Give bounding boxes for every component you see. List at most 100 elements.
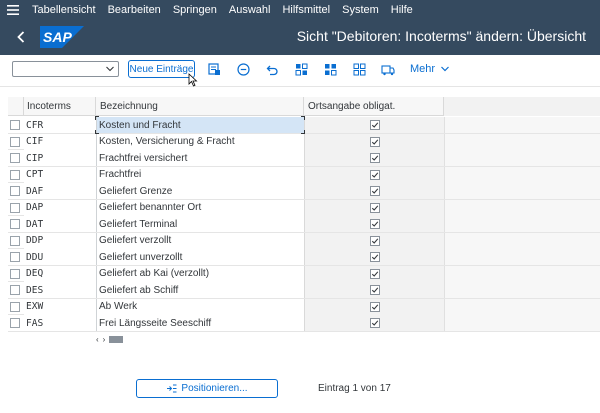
cell-empty <box>444 315 600 331</box>
ortsangabe-checkbox[interactable] <box>369 136 380 147</box>
select-all-column-header[interactable] <box>8 97 24 116</box>
sap-logo: SAP <box>40 26 84 48</box>
menu-bar: Tabellensicht Bearbeiten Springen Auswah… <box>0 0 600 19</box>
cell-bezeichnung-input[interactable]: Kosten, Versicherung & Fracht <box>96 133 304 150</box>
table-row[interactable]: DAT Geliefert Terminal <box>8 216 600 233</box>
menu-bearbeiten[interactable]: Bearbeiten <box>108 4 161 16</box>
row-select-checkbox[interactable] <box>10 268 20 279</box>
new-entries-button[interactable]: Neue Einträge <box>128 60 195 78</box>
cell-bezeichnung-input[interactable]: Geliefert ab Kai (verzollt) <box>96 265 304 282</box>
ortsangabe-checkbox[interactable] <box>369 153 380 163</box>
ortsangabe-checkbox[interactable] <box>369 301 380 312</box>
cell-empty <box>444 166 600 183</box>
menu-tabellensicht[interactable]: Tabellensicht <box>32 4 96 16</box>
table-row[interactable]: DAF Geliefert Grenze <box>8 183 600 200</box>
horizontal-scrollbar[interactable]: ‹ › <box>96 334 136 344</box>
cell-bezeichnung-input[interactable]: Geliefert benannter Ort <box>96 199 304 216</box>
row-select-checkbox[interactable] <box>10 120 20 130</box>
hamburger-menu-icon[interactable] <box>0 0 26 19</box>
cell-empty <box>444 232 600 249</box>
entry-counter: Eintrag 1 von 17 <box>318 383 391 394</box>
select-all-icon[interactable] <box>294 62 308 76</box>
chevron-down-icon <box>440 65 450 73</box>
table-row[interactable]: DEQ Geliefert ab Kai (verzollt) <box>8 265 600 282</box>
undo-icon[interactable] <box>265 62 279 76</box>
table-row[interactable]: DES Geliefert ab Schiff <box>8 282 600 299</box>
cell-incoterm-code: DAT <box>24 216 96 232</box>
table-row[interactable]: FAS Frei Längsseite Seeschiff <box>8 315 600 332</box>
toolbar: Neue Einträge Mehr <box>0 55 600 87</box>
menu-springen[interactable]: Springen <box>173 4 217 16</box>
cell-bezeichnung-input[interactable]: Geliefert verzollt <box>96 232 304 249</box>
select-block-icon[interactable] <box>323 62 337 76</box>
row-select-checkbox[interactable] <box>10 186 20 196</box>
cell-empty <box>444 298 600 315</box>
cell-bezeichnung-input[interactable]: Frachtfrei versichert <box>96 150 304 166</box>
row-select-checkbox[interactable] <box>10 252 20 262</box>
sap-logo-text: SAP <box>43 29 72 45</box>
menu-auswahl[interactable]: Auswahl <box>229 4 271 16</box>
ortsangabe-checkbox[interactable] <box>369 120 380 130</box>
view-dropdown[interactable] <box>12 61 119 77</box>
ortsangabe-checkbox[interactable] <box>369 268 380 279</box>
ortsangabe-checkbox[interactable] <box>369 169 380 180</box>
cell-ortsangabe <box>304 117 444 133</box>
scroll-left-icon[interactable]: ‹ <box>96 335 99 344</box>
incoterms-table: Incoterms Bezeichnung Ortsangabe obligat… <box>8 97 600 342</box>
cell-bezeichnung-input[interactable]: Frachtfrei <box>96 166 304 183</box>
cell-bezeichnung-input[interactable]: Frei Längsseite Seeschiff <box>96 315 304 331</box>
cell-incoterm-code: DDP <box>24 232 96 249</box>
ortsangabe-checkbox[interactable] <box>369 219 380 229</box>
ortsangabe-checkbox[interactable] <box>369 202 380 213</box>
cell-empty <box>444 282 600 298</box>
table-row[interactable]: EXW Ab Werk <box>8 298 600 315</box>
table-row[interactable]: DDU Geliefert unverzollt <box>8 249 600 266</box>
table-row[interactable]: CPT Frachtfrei <box>8 166 600 183</box>
cell-incoterm-code: CIP <box>24 150 96 166</box>
cell-bezeichnung-input[interactable]: Geliefert Terminal <box>96 216 304 232</box>
cell-bezeichnung-input[interactable]: Geliefert unverzollt <box>96 249 304 265</box>
deselect-all-icon[interactable] <box>352 62 366 76</box>
delete-icon[interactable] <box>236 62 250 76</box>
back-icon[interactable] <box>8 19 34 55</box>
ortsangabe-checkbox[interactable] <box>369 285 380 295</box>
cell-bezeichnung-input[interactable]: Geliefert ab Schiff <box>96 282 304 298</box>
row-select-checkbox[interactable] <box>10 136 20 147</box>
table-row[interactable]: CFR Kosten und Fracht <box>8 116 600 134</box>
row-select-checkbox[interactable] <box>10 153 20 163</box>
row-select-checkbox[interactable] <box>10 318 20 328</box>
row-select-checkbox[interactable] <box>10 285 20 295</box>
transport-icon[interactable] <box>381 62 395 76</box>
column-header-incoterms[interactable]: Incoterms <box>24 97 96 116</box>
table-row[interactable]: CIP Frachtfrei versichert <box>8 150 600 167</box>
cell-bezeichnung-input[interactable]: Kosten und Fracht <box>96 117 304 133</box>
row-select-checkbox[interactable] <box>10 169 20 180</box>
position-icon <box>166 384 177 393</box>
cell-bezeichnung-input[interactable]: Ab Werk <box>96 298 304 315</box>
more-button[interactable]: Mehr <box>410 63 450 75</box>
table-row[interactable]: DAP Geliefert benannter Ort <box>8 199 600 216</box>
menu-hilfsmittel[interactable]: Hilfsmittel <box>282 4 330 16</box>
row-select-checkbox[interactable] <box>10 219 20 229</box>
cell-ortsangabe <box>304 315 444 331</box>
scroll-right-icon[interactable]: › <box>103 335 106 344</box>
table-row[interactable]: CIF Kosten, Versicherung & Fracht <box>8 133 600 150</box>
ortsangabe-checkbox[interactable] <box>369 318 380 328</box>
column-header-bezeichnung[interactable]: Bezeichnung <box>96 97 304 116</box>
row-select-checkbox[interactable] <box>10 202 20 213</box>
ortsangabe-checkbox[interactable] <box>369 186 380 196</box>
menu-system[interactable]: System <box>342 4 379 16</box>
column-header-ortsangabe[interactable]: Ortsangabe obligat. <box>304 97 444 116</box>
table-body: CFR Kosten und Fracht CIF Kosten, Versicher… <box>8 116 600 332</box>
row-select-checkbox[interactable] <box>10 235 20 246</box>
row-select-checkbox[interactable] <box>10 301 20 312</box>
position-button[interactable]: Positionieren... <box>136 379 278 398</box>
details-icon[interactable] <box>207 62 221 76</box>
scrollbar-thumb[interactable] <box>109 335 124 343</box>
cell-bezeichnung-input[interactable]: Geliefert Grenze <box>96 183 304 199</box>
ortsangabe-checkbox[interactable] <box>369 235 380 246</box>
cell-incoterm-code: DEQ <box>24 265 96 282</box>
menu-hilfe[interactable]: Hilfe <box>391 4 413 16</box>
table-row[interactable]: DDP Geliefert verzollt <box>8 232 600 249</box>
ortsangabe-checkbox[interactable] <box>369 252 380 262</box>
